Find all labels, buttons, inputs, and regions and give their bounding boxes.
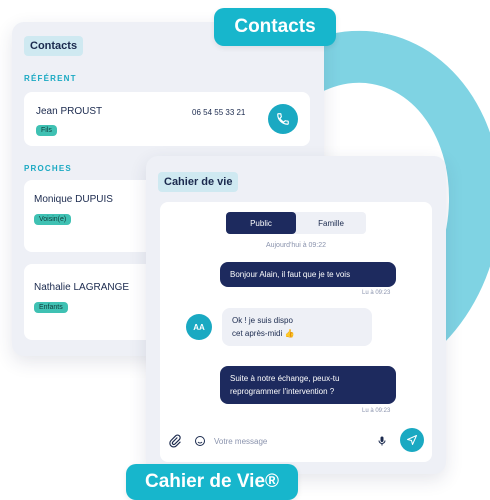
referent-label: RÉFÉRENT <box>24 74 77 83</box>
contact-card[interactable]: Monique DUPUIS Voisin(e) <box>24 180 154 252</box>
attachment-button[interactable] <box>168 434 182 453</box>
message-out: Bonjour Alain, il faut que je te vois <box>220 262 396 287</box>
phone-icon <box>277 113 289 125</box>
phone-number: 06 54 55 33 21 <box>192 108 246 117</box>
visibility-tabs: Public Famille <box>226 212 366 234</box>
read-time: Lu à 09:23 <box>362 290 391 296</box>
microphone-icon[interactable] <box>376 435 388 447</box>
proches-label: PROCHES <box>24 164 72 173</box>
relation-badge: Voisin(e) <box>34 214 72 225</box>
message-out: Suite à notre échange, peux-tu reprogram… <box>220 366 396 404</box>
referent-card[interactable]: Jean PROUST Fils 06 54 55 33 21 <box>24 92 310 146</box>
cahier-de-vie-panel: Cahier de vie Public Famille Aujourd'hui… <box>146 156 446 474</box>
call-button[interactable] <box>268 104 298 134</box>
tab-famille[interactable]: Famille <box>296 212 366 234</box>
tab-public[interactable]: Public <box>226 212 296 234</box>
paperclip-icon <box>169 434 181 448</box>
message-input[interactable]: Votre message <box>214 437 376 446</box>
relation-badge: Enfants <box>34 302 68 313</box>
message-in: Ok ! je suis dispo cet après-midi 👍 <box>222 308 372 346</box>
avatar: AA <box>186 314 212 340</box>
contact-name: Nathalie LAGRANGE <box>34 282 130 293</box>
contact-name: Monique DUPUIS <box>34 194 113 205</box>
relation-badge: Fils <box>36 125 57 136</box>
contact-card[interactable]: Nathalie LAGRANGE Enfants <box>24 264 154 340</box>
chat-title: Cahier de vie <box>158 172 239 192</box>
message-line: reprogrammer l'intervention ? <box>230 387 335 396</box>
message-line: cet après-midi 👍 <box>232 329 295 338</box>
read-time: Lu à 09:23 <box>362 408 391 414</box>
date-separator: Aujourd'hui à 09:22 <box>265 242 327 249</box>
cahier-de-vie-pill: Cahier de Vie® <box>126 464 298 500</box>
chat-area: Public Famille Aujourd'hui à 09:22 Bonjo… <box>160 202 432 462</box>
contacts-pill: Contacts <box>214 8 336 46</box>
message-line: Suite à notre échange, peux-tu <box>230 374 340 383</box>
message-composer[interactable]: Votre message <box>186 426 396 456</box>
referent-name: Jean PROUST <box>36 106 103 117</box>
contacts-title: Contacts <box>24 36 84 56</box>
send-button[interactable] <box>400 428 424 452</box>
send-icon <box>407 435 417 445</box>
emoji-icon[interactable] <box>194 435 206 447</box>
message-line: Ok ! je suis dispo <box>232 316 293 325</box>
